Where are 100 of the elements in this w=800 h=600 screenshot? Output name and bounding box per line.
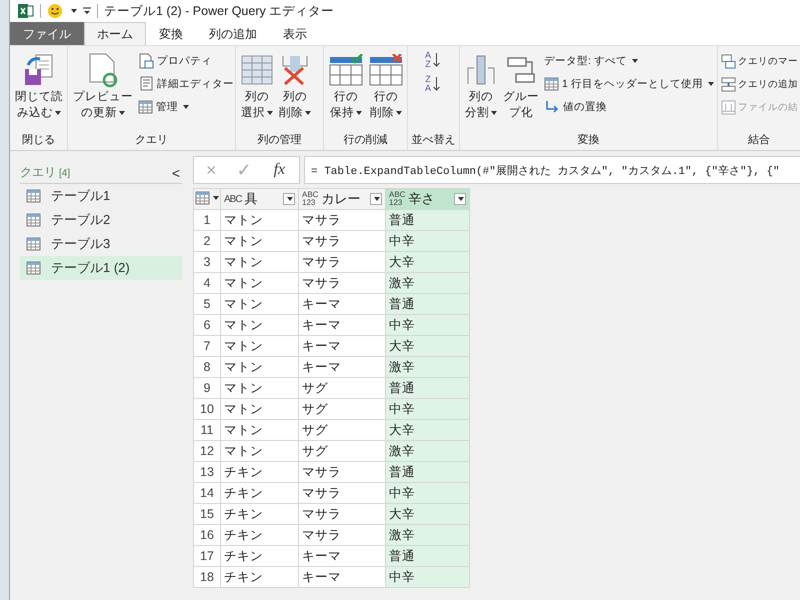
table-cell: サグ [298,440,386,462]
table-cell: キーマ [298,546,386,566]
query-item[interactable]: テーブル1 [20,184,182,208]
table-cell: 大辛 [386,252,470,272]
row-number: 15 [194,504,220,524]
table-cell: マトン [220,440,298,462]
table-cell: 大辛 [386,336,470,356]
down-arrow-icon [432,76,442,92]
ribbon-button[interactable]: 列の 削除 [277,51,313,128]
row-number: 17 [194,546,220,566]
ribbon-tab[interactable]: 列の追加 [196,22,270,45]
ribbon-button[interactable]: 行の 保持 [327,51,365,128]
filter-button[interactable] [370,193,382,205]
table-cell: チキン [220,504,298,524]
combine-files-icon [721,100,736,114]
ribbon-button[interactable]: クエリのマー [720,51,799,71]
ribbon-button[interactable]: 詳細エディター [137,74,235,94]
collapse-button[interactable]: < [170,165,182,181]
ribbon-button[interactable]: 行の 削除 [367,51,405,128]
table-cell: マサラ [298,210,386,230]
ribbon-button[interactable]: データ型: すべて [543,51,715,71]
table-cell: 激辛 [386,272,470,294]
row-number: 10 [194,398,220,420]
window-title: テーブル1 (2) - Power Query エディター [104,2,334,20]
group-label: クエリ [135,132,168,146]
sort-descending-button[interactable]: Z A [425,75,442,93]
column-header[interactable]: ABC 具 [220,188,298,210]
query-item[interactable]: テーブル1 (2) [20,256,182,280]
ribbon-button[interactable]: 列の 選択 [239,51,275,128]
row-number: 1 [194,210,220,230]
ribbon-button[interactable]: 管理 [137,97,235,117]
any-type-icon[interactable]: ABC 123 [302,191,318,207]
table-cell: 中辛 [386,398,470,420]
table-cell: 普通 [386,378,470,398]
table-cell: チキン [220,462,298,482]
group-label: 並べ替え [412,132,456,146]
table-cell: マトン [220,252,298,272]
ribbon-button[interactable]: 閉じて読 み込む [13,51,65,128]
merge-icon [721,54,736,68]
ribbon-tab[interactable]: 表示 [270,22,320,45]
query-item[interactable]: テーブル3 [20,232,182,256]
table-cell: チキン [220,482,298,504]
group-label: 行の削減 [344,132,388,146]
editor-icon [138,76,154,92]
table-cell: サグ [298,378,386,398]
table-cell: マトン [220,378,298,398]
table-cell: 中辛 [386,482,470,504]
formula-field[interactable]: = Table.ExpandTableColumn(#"展開された カスタム", "カスタム.1", {"辛さ"}, {" [304,156,800,184]
table-cell: マトン [220,272,298,294]
sort-ascending-button[interactable]: A Z [425,51,442,69]
row-number: 6 [194,314,220,336]
row-number: 16 [194,524,220,546]
caret-icon[interactable] [71,9,77,13]
query-item[interactable]: テーブル2 [20,208,182,232]
table-cell: 普通 [386,462,470,482]
replace-icon [544,99,560,115]
table-icon [138,100,153,114]
ribbon-tab[interactable]: ホーム [84,22,146,45]
table-cell: キーマ [298,566,386,588]
table-cell: マトン [220,336,298,356]
table-cell: チキン [220,546,298,566]
group-label: 変換 [578,132,600,146]
file-tab[interactable]: ファイル [10,22,84,45]
ribbon-button[interactable]: グルー プ化 [501,51,541,128]
smiley-icon[interactable] [47,3,63,19]
table-cell: 大辛 [386,504,470,524]
table-icon [26,213,41,227]
fx-button[interactable]: fx [270,162,290,178]
table-grid-icon [241,55,273,85]
row-number: 4 [194,272,220,294]
split-column-icon [466,54,496,86]
table-cell: マトン [220,230,298,252]
excel-icon[interactable] [18,3,34,19]
text-type-icon[interactable]: ABC [224,194,242,204]
down-arrow-icon [432,52,442,68]
table-cell: マトン [220,210,298,230]
table-cell: マトン [220,356,298,378]
filter-button[interactable] [283,193,295,205]
ribbon-button[interactable]: 1 行目をヘッダーとして使用 [543,74,715,94]
table-cell: マサラ [298,230,386,252]
ribbon-button[interactable]: 値の置換 [543,97,715,117]
customize-menu-icon[interactable] [83,7,91,15]
ribbon-button[interactable]: 列の 分割 [463,51,499,128]
any-type-icon[interactable]: ABC 123 [389,191,406,207]
table-cell: マトン [220,314,298,336]
table-icon [26,261,41,275]
row-number: 7 [194,336,220,356]
ribbon-button[interactable]: プレビュー の更新 [71,51,135,128]
ribbon-button[interactable]: クエリの追加 [720,74,799,94]
filter-button[interactable] [454,193,466,205]
table-cell: 普通 [386,546,470,566]
table-cell: マサラ [298,252,386,272]
table-cell: 中辛 [386,314,470,336]
ribbon-tab[interactable]: 変換 [146,22,196,45]
table-cell: マサラ [298,482,386,504]
table-cell: サグ [298,420,386,440]
table-cell: 普通 [386,210,470,230]
ribbon-button[interactable]: プロパティ [137,51,235,71]
queries-title: クエリ [4] [20,164,70,181]
table-cell: 中辛 [386,566,470,588]
